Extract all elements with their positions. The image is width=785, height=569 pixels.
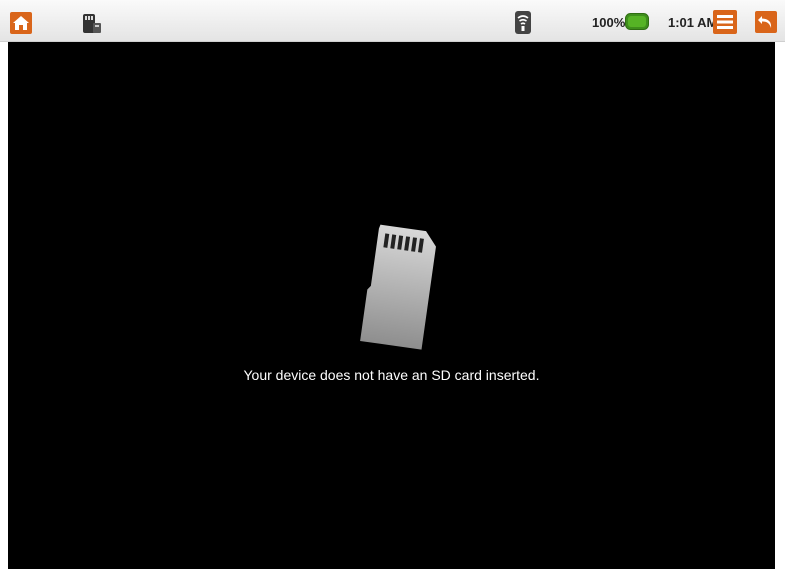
main-content: Your device does not have an SD card ins… — [8, 42, 775, 569]
no-sdcard-message: Your device does not have an SD card ins… — [243, 367, 540, 383]
usb-icon[interactable] — [82, 11, 102, 35]
clock: 1:01 AM — [668, 15, 718, 30]
battery-icon — [625, 13, 649, 30]
menu-icon[interactable] — [713, 10, 737, 34]
battery-percent: 100% — [592, 15, 626, 30]
sdcard-icon — [360, 224, 436, 350]
back-icon[interactable] — [755, 11, 777, 33]
status-bar: 100% 1:01 AM — [0, 0, 785, 42]
home-icon[interactable] — [10, 12, 32, 34]
wifi-icon — [515, 11, 531, 34]
